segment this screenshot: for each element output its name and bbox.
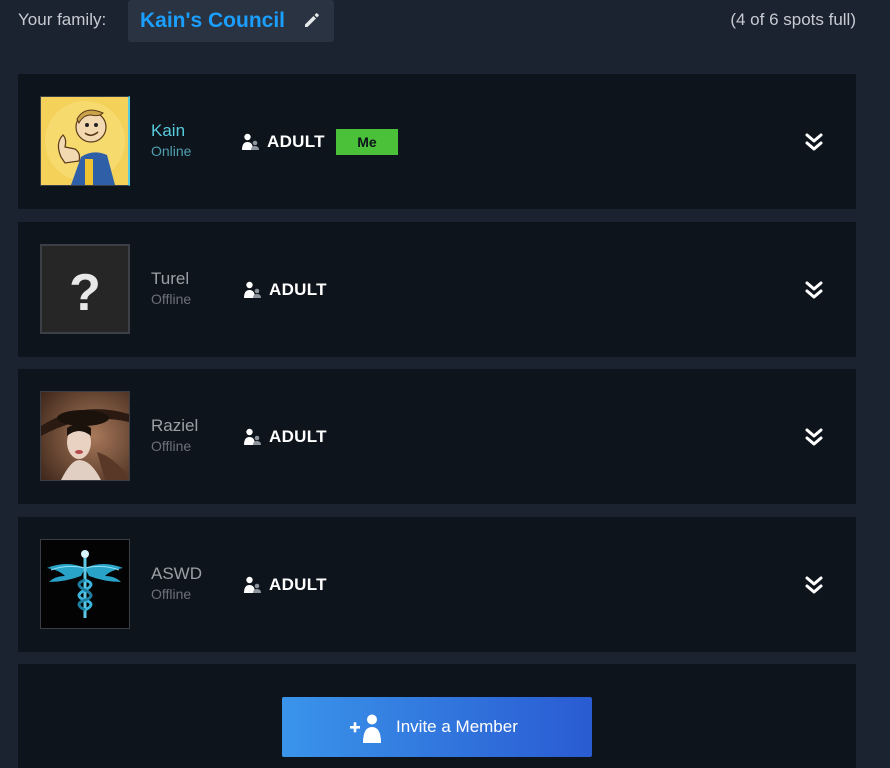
adult-role-icon (242, 133, 259, 150)
member-name: Raziel (151, 416, 199, 435)
your-family-label: Your family: (18, 10, 107, 29)
adult-role-icon (244, 428, 261, 445)
role-label: ADULT (269, 427, 327, 446)
avatar[interactable] (40, 539, 130, 629)
invite-member-button[interactable]: Invite a Member (282, 697, 592, 757)
family-name: Kain's Council (140, 9, 286, 32)
member-card: Kain Online ADULT Me (18, 74, 856, 209)
role-label: ADULT (269, 575, 327, 594)
chevron-double-down-icon[interactable] (803, 280, 825, 302)
spots-count: (4 of 6 spots full) (730, 10, 856, 29)
avatar[interactable] (40, 391, 130, 481)
role-label: ADULT (267, 132, 325, 151)
member-card: Raziel Offline ADULT (18, 369, 856, 504)
member-card: ASWD Offline ADULT (18, 517, 856, 652)
role-label: ADULT (269, 280, 327, 299)
avatar[interactable] (40, 96, 130, 186)
invite-panel: Invite a Member (18, 664, 856, 768)
adult-role-icon (244, 281, 261, 298)
pencil-icon[interactable] (302, 10, 322, 30)
member-status: Offline (151, 586, 192, 602)
chevron-double-down-icon[interactable] (803, 427, 825, 449)
family-header: Your family: Kain's Council (4 of 6 spot… (0, 0, 890, 42)
member-status: Online (151, 143, 192, 159)
adult-role-icon (244, 576, 261, 593)
family-name-box[interactable]: Kain's Council (128, 0, 334, 42)
me-badge: Me (336, 129, 398, 155)
invite-member-label: Invite a Member (396, 717, 518, 736)
add-person-icon (350, 714, 381, 743)
avatar[interactable]: ? (40, 244, 130, 334)
chevron-double-down-icon[interactable] (803, 132, 825, 154)
member-name: Turel (151, 269, 190, 288)
member-card: ? Turel Offline ADULT (18, 222, 856, 357)
member-status: Offline (151, 438, 192, 454)
member-name: ASWD (151, 564, 202, 583)
chevron-double-down-icon[interactable] (803, 575, 825, 597)
member-name: Kain (151, 121, 186, 140)
svg-text:?: ? (69, 264, 101, 322)
member-status: Offline (151, 291, 192, 307)
